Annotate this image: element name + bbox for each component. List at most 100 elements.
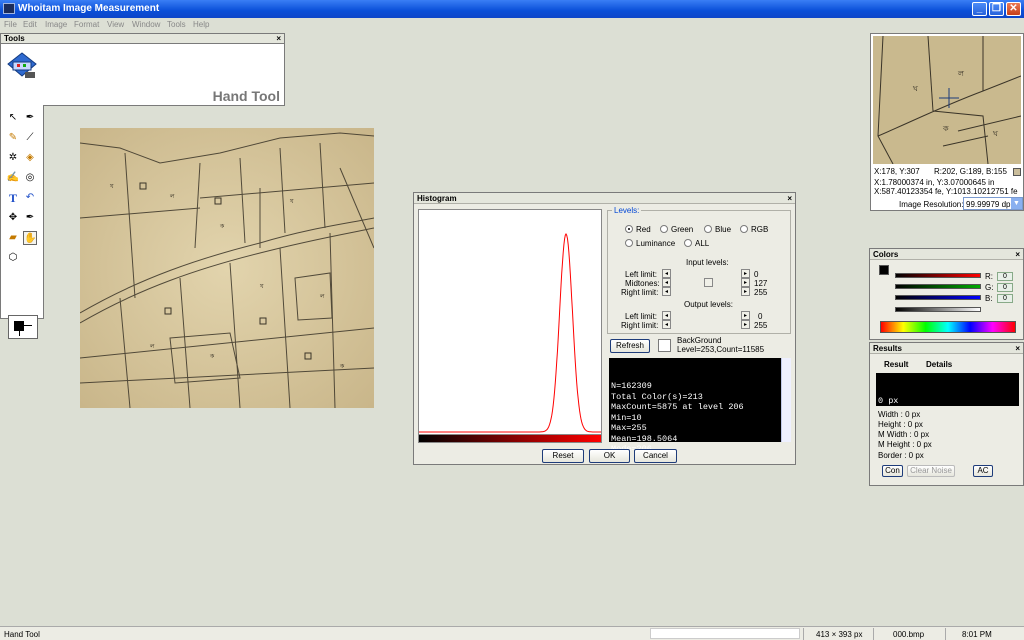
results-panel: Results × Result Details 0 px Width : 0 … — [869, 342, 1024, 486]
red-slider[interactable] — [895, 273, 981, 278]
svg-text:ক: ক — [339, 363, 345, 370]
colors-close-icon[interactable]: × — [1015, 249, 1020, 260]
ruler-tool-icon[interactable]: ▰ — [6, 231, 20, 245]
tool-column: ↖ ✒ ✎ ⟋ ✲ ◈ ✍ ◎ T ↶ ✥ ✒ ▰ ✋ ⬡ — [0, 105, 44, 339]
histogram-header: Histogram × — [414, 193, 795, 204]
ok-button[interactable]: OK — [589, 449, 630, 463]
undo-tool-icon[interactable]: ↶ — [23, 191, 37, 205]
eyedropper-tool-icon[interactable]: ✒ — [23, 111, 37, 125]
map-image[interactable]: ঘ ল ক ঘ ল ক ঘ ল ক — [80, 128, 374, 408]
background-label: BackGround — [677, 336, 722, 345]
g-value[interactable]: 0 — [997, 283, 1013, 292]
radio-red[interactable]: Red — [625, 225, 651, 234]
ac-button[interactable]: AC — [973, 465, 993, 477]
b-label: B: — [985, 294, 993, 303]
zoom-preview[interactable]: ল ঘ ক ঘ — [873, 36, 1021, 164]
radio-all[interactable]: ALL — [684, 239, 709, 248]
svg-text:ল: ল — [319, 293, 325, 300]
polygon-tool-icon[interactable]: ⬡ — [6, 251, 20, 265]
color-spectrum[interactable] — [880, 321, 1016, 333]
svg-text:ঘ: ঘ — [289, 198, 294, 205]
stats-scrollbar[interactable] — [781, 358, 791, 442]
gray-slider[interactable] — [895, 307, 981, 312]
pointer-tool-icon[interactable]: ↖ — [6, 111, 20, 125]
title-bar: Whoitam Image Measurement _ ❐ ✕ — [0, 0, 1024, 18]
input-left-spin-icon[interactable]: ◂ — [662, 269, 671, 278]
output-right-limit-label: Right limit: — [621, 321, 659, 330]
output-right-right-arrow-icon[interactable]: ▸ — [741, 320, 750, 329]
radio-rgb[interactable]: RGB — [740, 225, 768, 234]
radio-blue[interactable]: Blue — [704, 225, 731, 234]
tab-details[interactable]: Details — [926, 360, 952, 369]
current-color-swatch[interactable] — [879, 265, 889, 275]
status-tool: Hand Tool — [4, 630, 40, 639]
con-button[interactable]: Con — [882, 465, 903, 477]
spray-tool-icon[interactable]: ✥ — [6, 211, 20, 225]
midtones-spin-icon[interactable]: ◂ — [662, 278, 671, 287]
lasso-tool-icon[interactable]: ◎ — [23, 171, 37, 185]
menu-image[interactable]: Image — [45, 20, 67, 29]
histogram-curve — [419, 233, 601, 433]
menu-window[interactable]: Window — [132, 20, 160, 29]
text-tool-icon[interactable]: T — [6, 191, 20, 205]
pencil-tool-icon[interactable]: ✎ — [6, 131, 20, 145]
output-left-spin-icon[interactable]: ◂ — [662, 311, 671, 320]
menu-format[interactable]: Format — [74, 20, 99, 29]
tools-close-icon[interactable]: × — [276, 34, 281, 44]
output-right-spin-icon[interactable]: ◂ — [662, 320, 671, 329]
fill-tool-icon[interactable]: ◈ — [23, 151, 37, 165]
picker-tool-icon[interactable]: ✒ — [23, 211, 37, 225]
radio-luminance[interactable]: Luminance — [625, 239, 675, 248]
reset-button[interactable]: Reset — [542, 449, 584, 463]
results-console: 0 px — [876, 373, 1019, 406]
tab-result[interactable]: Result — [884, 360, 908, 369]
refresh-button[interactable]: Refresh — [610, 339, 650, 353]
midtones-right-arrow-icon[interactable]: ▸ — [741, 278, 750, 287]
menu-file[interactable]: File — [4, 20, 17, 29]
line-tool-icon[interactable]: ⟋ — [23, 131, 37, 145]
r-value[interactable]: 0 — [997, 272, 1013, 281]
radio-green[interactable]: Green — [660, 225, 693, 234]
green-slider[interactable] — [895, 284, 981, 289]
resolution-select[interactable]: 99.99979 dp ▼ — [963, 197, 1023, 210]
menu-view[interactable]: View — [107, 20, 124, 29]
midtones-slider-handle[interactable] — [704, 278, 713, 287]
background-checkbox[interactable] — [658, 339, 671, 352]
preview-feet: X:587.40123354 fe, Y:1013.10212751 fe — [874, 187, 1018, 196]
chevron-down-icon[interactable]: ▼ — [1011, 198, 1022, 209]
app-icon — [3, 3, 15, 14]
menu-help[interactable]: Help — [193, 20, 209, 29]
status-bar: Hand Tool 413 × 393 px 000.bmp 8:01 PM — [0, 626, 1024, 640]
foreground-background-color-icon[interactable] — [8, 315, 38, 339]
result-m-width: M Width : 0 px — [878, 430, 930, 439]
input-left-right-arrow-icon[interactable]: ▸ — [741, 269, 750, 278]
input-right-right-arrow-icon[interactable]: ▸ — [741, 287, 750, 296]
menu-tools[interactable]: Tools — [167, 20, 186, 29]
svg-text:ল: ল — [169, 193, 175, 200]
clear-noise-button[interactable]: Clear Noise — [907, 465, 955, 477]
background-info: Level=253,Count=11585 — [677, 345, 765, 354]
histogram-close-icon[interactable]: × — [787, 193, 792, 204]
magic-wand-tool-icon[interactable]: ✲ — [6, 151, 20, 165]
hand-tool-icon[interactable]: ✋ — [23, 231, 37, 245]
output-left-right-arrow-icon[interactable]: ▸ — [741, 311, 750, 320]
preview-coords: X:178, Y:307 — [874, 167, 920, 176]
input-right-spin-icon[interactable]: ◂ — [662, 287, 671, 296]
cancel-button[interactable]: Cancel — [634, 449, 677, 463]
close-button[interactable]: ✕ — [1006, 2, 1021, 16]
preview-color-swatch — [1013, 168, 1021, 176]
r-label: R: — [985, 272, 993, 281]
minimize-button[interactable]: _ — [972, 2, 987, 16]
svg-text:ঘ: ঘ — [912, 84, 919, 93]
cadastral-map-graphic: ঘ ল ক ঘ ল ক ঘ ল ক — [80, 128, 374, 408]
restore-button[interactable]: ❐ — [989, 2, 1004, 16]
result-width: Width : 0 px — [878, 410, 921, 419]
blue-slider[interactable] — [895, 295, 981, 300]
input-left-value: 0 — [754, 270, 759, 279]
results-close-icon[interactable]: × — [1015, 343, 1020, 354]
svg-text:ঘ: ঘ — [109, 183, 114, 190]
brush-tool-icon[interactable]: ✍ — [6, 171, 20, 185]
svg-text:ঘ: ঘ — [259, 283, 264, 290]
menu-edit[interactable]: Edit — [23, 20, 37, 29]
b-value[interactable]: 0 — [997, 294, 1013, 303]
